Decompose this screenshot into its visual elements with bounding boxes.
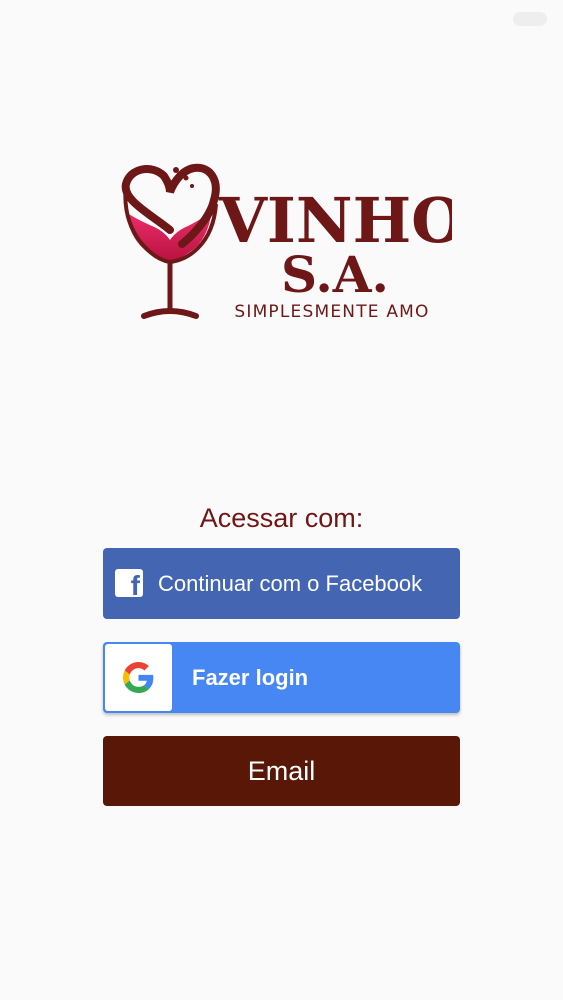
status-indicator [513,12,547,26]
google-icon-box [105,644,172,711]
facebook-login-label: Continuar com o Facebook [158,571,423,596]
email-login-button[interactable]: Email [103,736,460,806]
app-logo: VINHO S.A. SIMPLESMENTE AMO [112,160,452,325]
google-g-icon [123,662,154,693]
google-login-label: Fazer login [192,665,309,690]
wine-glass-heart-icon [121,163,220,319]
google-login-button[interactable]: Fazer login [103,642,460,713]
facebook-icon: f [115,569,143,600]
login-prompt: Acessar com: [199,503,364,533]
facebook-login-button[interactable]: f Continuar com o Facebook [103,548,460,619]
brand-tagline: SIMPLESMENTE AMO [234,302,429,322]
brand-name-line2: S.A. [281,245,389,304]
